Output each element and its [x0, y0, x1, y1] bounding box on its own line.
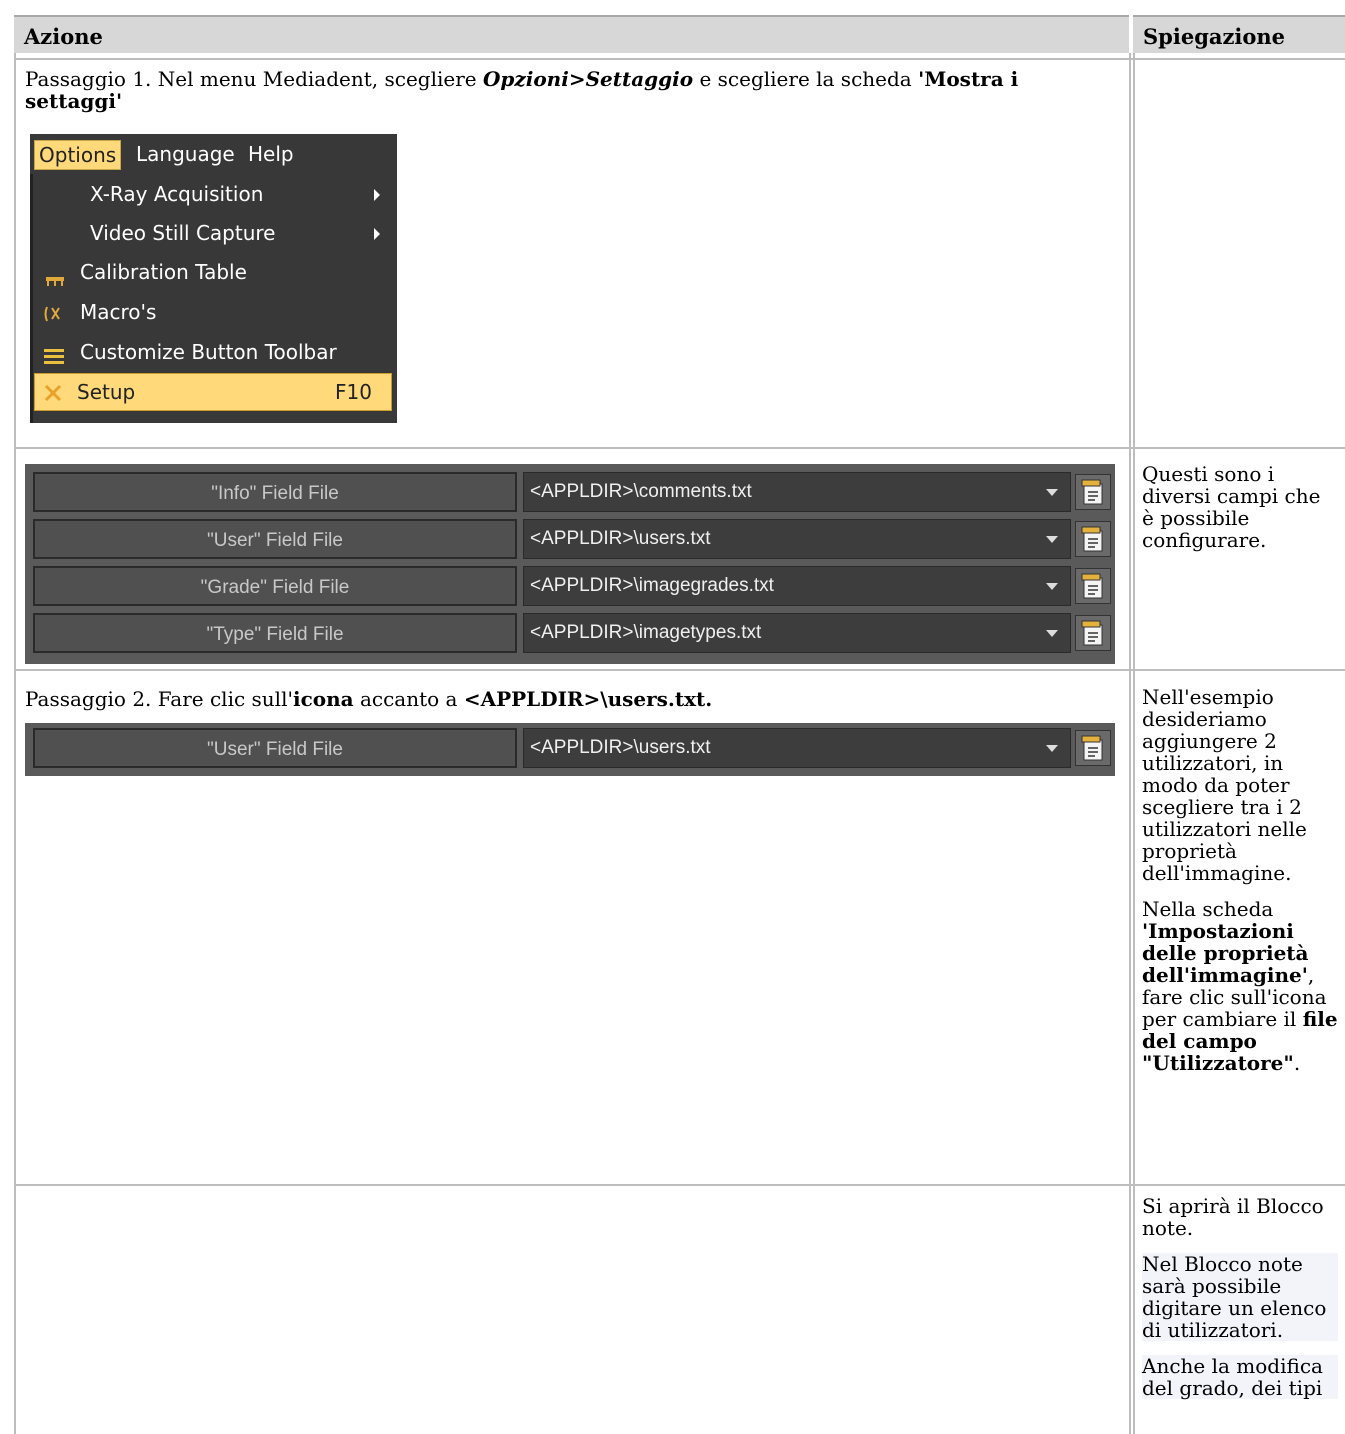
field-file-value: <APPLDIR>\imagetypes.txt — [530, 622, 762, 643]
row-separator — [14, 447, 1345, 449]
field-file-value: <APPLDIR>\comments.txt — [530, 481, 752, 502]
table-divider — [1133, 53, 1135, 1434]
explanation-paragraph: Anche la modifica del grado, dei tipi — [1142, 1355, 1338, 1399]
field-label: "Grade" Field File — [33, 566, 517, 606]
user-field-panel: "User" Field File <APPLDIR>\users.txt — [25, 723, 1115, 776]
edit-file-button[interactable] — [1075, 730, 1111, 766]
menu-item-macros[interactable]: Macro's — [34, 294, 392, 330]
submenu-arrow-icon — [374, 189, 380, 201]
explanation-paragraph: Nella scheda 'Impostazioni delle proprie… — [1142, 897, 1338, 1075]
step-1-text: Passaggio 1. Nel menu Mediadent, sceglie… — [25, 67, 1019, 113]
explanation-paragraph: Si aprirà il Blocco note. — [1142, 1194, 1324, 1240]
row-separator — [14, 58, 1345, 60]
dropdown-arrow-icon — [1046, 536, 1058, 543]
help-page: Azione Spiegazione Passaggio 1. Nel menu… — [0, 0, 1345, 1434]
menu-item-customize-toolbar[interactable]: Customize Button Toolbar — [34, 334, 392, 370]
edit-file-button[interactable] — [1075, 521, 1111, 557]
menu-item-setup[interactable]: Setup F10 — [34, 373, 392, 411]
field-files-panel: "Info" Field File <APPLDIR>\comments.txt… — [25, 464, 1115, 664]
row2-explanation: Questi sono i diversi campi che è possib… — [1142, 462, 1321, 552]
menu-item-xray-acquisition[interactable]: X-Ray Acquisition — [34, 176, 392, 212]
menu-item-label: Setup — [77, 380, 136, 404]
row4-explanation: Si aprirà il Blocco note. Nel Blocco not… — [1142, 1195, 1338, 1413]
row-separator — [14, 1184, 1345, 1186]
menu-item-label: Video Still Capture — [90, 221, 276, 245]
field-file-value: <APPLDIR>\imagegrades.txt — [530, 575, 774, 596]
menu-language[interactable]: Language — [136, 142, 235, 166]
field-file-select[interactable]: <APPLDIR>\comments.txt — [523, 472, 1071, 512]
submenu-arrow-icon — [374, 228, 380, 240]
field-file-select[interactable]: <APPLDIR>\users.txt — [523, 728, 1071, 768]
menu-shadow — [30, 174, 33, 423]
edit-file-button[interactable] — [1075, 568, 1111, 604]
column-header-action: Azione — [14, 15, 1129, 53]
column-header-explanation: Spiegazione — [1133, 15, 1345, 53]
edit-file-button[interactable] — [1075, 474, 1111, 510]
menu-item-label: Customize Button Toolbar — [80, 340, 337, 364]
explanation-paragraph: Nell'esempio desideriamo aggiungere 2 ut… — [1142, 685, 1307, 885]
edit-file-button[interactable] — [1075, 615, 1111, 651]
menu-item-video-still-capture[interactable]: Video Still Capture — [34, 215, 392, 251]
field-label: "Info" Field File — [33, 472, 517, 512]
field-file-select[interactable]: <APPLDIR>\users.txt — [523, 519, 1071, 559]
menu-item-label: Macro's — [80, 300, 157, 324]
dropdown-arrow-icon — [1046, 583, 1058, 590]
dropdown-arrow-icon — [1046, 489, 1058, 496]
menu-item-label: Calibration Table — [80, 260, 247, 284]
field-file-value: <APPLDIR>\users.txt — [530, 528, 711, 549]
field-file-value: <APPLDIR>\users.txt — [530, 737, 711, 758]
row-separator — [14, 669, 1345, 671]
table-divider — [1129, 53, 1131, 1434]
menu-help[interactable]: Help — [248, 142, 294, 166]
menu-item-shortcut: F10 — [335, 380, 372, 404]
menu-options[interactable]: Options — [34, 140, 122, 170]
field-file-select[interactable]: <APPLDIR>\imagetypes.txt — [523, 613, 1071, 653]
options-menu-screenshot: Options Language Help X-Ray Acquisition … — [30, 134, 397, 423]
field-label: "User" Field File — [33, 728, 517, 768]
field-file-select[interactable]: <APPLDIR>\imagegrades.txt — [523, 566, 1071, 606]
macro-icon — [44, 304, 64, 328]
ruler-icon — [46, 268, 64, 292]
explanation-paragraph: Nel Blocco note sarà possibile digitare … — [1142, 1253, 1338, 1341]
dropdown-arrow-icon — [1046, 630, 1058, 637]
menu-bar: Options Language Help — [30, 134, 397, 174]
menu-item-label: X-Ray Acquisition — [90, 182, 264, 206]
table-border-left — [14, 53, 16, 1434]
row3-explanation: Nell'esempio desideriamo aggiungere 2 ut… — [1142, 686, 1338, 1088]
field-label: "Type" Field File — [33, 613, 517, 653]
dropdown-arrow-icon — [1046, 745, 1058, 752]
menu-item-calibration-table[interactable]: Calibration Table — [34, 254, 392, 290]
toolbar-icon — [44, 345, 64, 369]
tools-icon — [43, 383, 63, 408]
field-label: "User" Field File — [33, 519, 517, 559]
step-2-text: Passaggio 2. Fare clic sull'icona accant… — [25, 687, 713, 711]
